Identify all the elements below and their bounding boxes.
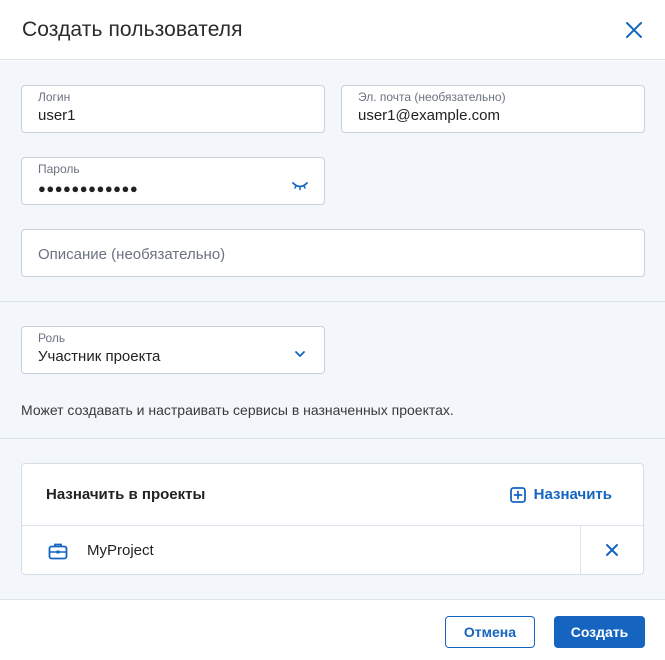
close-icon[interactable] [623,19,645,41]
assign-header: Назначить в проекты Назначить [22,464,643,526]
assign-title: Назначить в проекты [46,486,206,503]
section-divider [0,438,665,439]
eye-closed-icon[interactable] [292,178,308,191]
role-value: Участник проекта [38,348,161,365]
chevron-down-icon [292,346,308,358]
email-field[interactable]: Эл. почта (необязательно) user1@example.… [341,85,645,133]
create-button[interactable]: Создать [554,616,645,648]
login-value: user1 [38,107,76,124]
password-value: ●●●●●●●●●●●● [38,181,139,196]
create-user-dialog: Создать пользователя Логин user1 Эл. поч… [0,0,665,660]
assign-button[interactable]: Назначить [509,486,612,503]
section-divider [0,301,665,302]
project-name: MyProject [87,542,154,559]
password-field[interactable]: Пароль ●●●●●●●●●●●● [21,157,325,205]
description-field[interactable]: Описание (необязательно) [21,229,645,277]
remove-icon[interactable] [604,542,620,558]
login-field[interactable]: Логин user1 [21,85,325,133]
plus-square-icon [509,486,526,503]
email-value: user1@example.com [358,107,500,124]
assign-projects-card: Назначить в проекты Назначить MyProject [21,463,644,575]
role-select[interactable]: Роль Участник проекта [21,326,325,374]
briefcase-icon [48,543,68,559]
role-label: Роль [38,331,66,345]
description-placeholder: Описание (необязательно) [38,246,226,263]
role-hint: Может создавать и настраивать сервисы в … [21,402,454,418]
email-label: Эл. почта (необязательно) [358,90,506,104]
dialog-body: Логин user1 Эл. почта (необязательно) us… [0,61,665,660]
dialog-title: Создать пользователя [22,17,243,41]
dialog-header: Создать пользователя [0,0,665,60]
list-item: MyProject [22,526,643,575]
dialog-footer: Отмена Создать [0,599,665,660]
cancel-button[interactable]: Отмена [445,616,535,648]
assign-button-label: Назначить [533,486,612,503]
password-label: Пароль [38,162,80,176]
row-separator [580,526,581,575]
login-label: Логин [38,90,71,104]
